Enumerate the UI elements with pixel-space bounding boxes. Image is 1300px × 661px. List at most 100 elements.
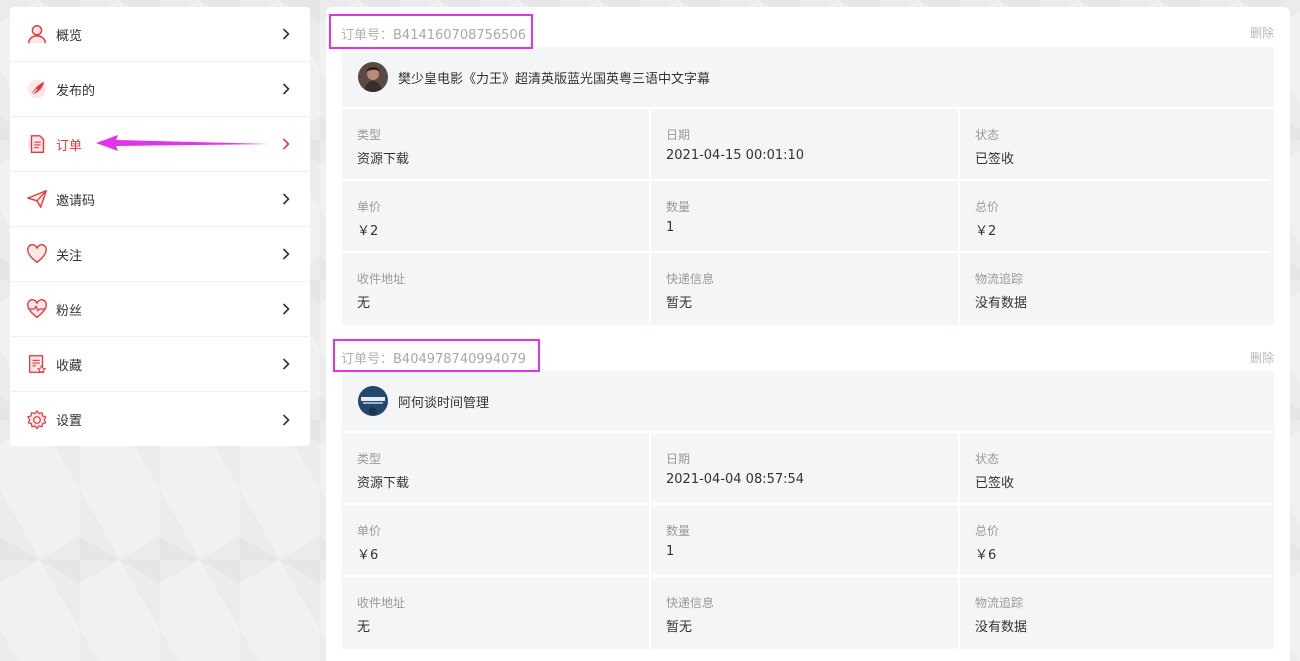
info-value: 无 (357, 620, 371, 635)
sidebar-item-label: 关注 (56, 248, 83, 264)
order-info-grid: 类型 资源下载 日期 2021-04-15 00:01:10 状态 已签收 单价 ￥2 … (342, 109, 1274, 325)
chevron-right-icon (282, 302, 292, 316)
sidebar-item-label: 设置 (56, 414, 83, 429)
info-key: 物流追踪 (975, 272, 1024, 286)
info-key: 状态 (975, 128, 1000, 142)
info-key: 状态 (975, 452, 1000, 466)
sidebar-item-fans[interactable]: 粉丝 (10, 282, 310, 337)
order-card: 订单号：B414160708756506 删除 樊少皇电影《力王》超清英版蓝光国… (326, 7, 1290, 325)
product-title: 阿何谈时间管理 (398, 395, 490, 411)
sidebar-item-label: 粉丝 (56, 303, 83, 319)
info-value: ￥2 (975, 224, 997, 239)
info-key: 数量 (666, 200, 691, 214)
info-value: ￥2 (357, 224, 379, 239)
info-value: 资源下载 (357, 476, 410, 491)
sidebar-item-label: 收藏 (56, 358, 83, 374)
heart-icon (24, 241, 50, 267)
info-key: 日期 (666, 452, 691, 466)
sidebar-item-favorites[interactable]: 收藏 (10, 337, 310, 392)
info-value: 没有数据 (975, 620, 1028, 635)
info-key: 总价 (975, 200, 1000, 214)
info-cell-status: 状态 已签收 (960, 109, 1270, 181)
sidebar: 概览 发布的 订单 邀请码 关注 粉丝 收藏 设置 (10, 7, 310, 446)
order-header: 订单号：B414160708756506 删除 (326, 7, 1290, 49)
info-cell-tracking: 物流追踪 没有数据 (960, 577, 1270, 649)
info-key: 单价 (357, 524, 382, 538)
info-key: 日期 (666, 128, 691, 142)
info-value: 资源下载 (357, 152, 410, 167)
info-cell-address: 收件地址无 (342, 577, 651, 649)
order-number: 订单号：B404978740994079 (341, 348, 526, 367)
order-card: 订单号：B404978740994079 删除 阿何谈时间管理 类型资源下载 日… (326, 326, 1290, 649)
info-value: 1 (666, 544, 675, 559)
info-cell-date: 日期 2021-04-04 08:57:54 (651, 433, 960, 505)
favorite-list-icon (24, 351, 50, 377)
product-thumbnail (358, 386, 388, 416)
info-key: 物流追踪 (975, 596, 1024, 610)
sidebar-item-label: 邀请码 (56, 193, 96, 209)
info-cell-unit-price: 单价 ￥2 (342, 181, 651, 253)
delete-order-button[interactable]: 删除 (1250, 349, 1274, 366)
order-number-value: B414160708756506 (393, 28, 526, 43)
product-thumbnail (358, 62, 388, 92)
feather-icon (24, 76, 50, 102)
info-cell-type: 类型 资源下载 (342, 433, 651, 505)
chevron-right-icon (282, 247, 292, 261)
info-value: 已签收 (975, 152, 1015, 167)
info-cell-quantity: 数量 1 (651, 181, 960, 253)
chevron-right-icon (282, 357, 292, 371)
orders-panel: 订单号：B414160708756506 删除 樊少皇电影《力王》超清英版蓝光国… (326, 7, 1290, 661)
info-key: 类型 (357, 452, 382, 466)
info-cell-total: 总价 ￥2 (960, 181, 1270, 253)
chevron-right-icon (282, 192, 292, 206)
sidebar-item-label: 发布的 (56, 83, 96, 99)
document-icon (24, 131, 50, 157)
order-details: 阿何谈时间管理 类型资源下载 日期 2021-04-04 08:57:54 状态已… (342, 371, 1274, 649)
sidebar-item-settings[interactable]: 设置 (10, 392, 310, 447)
user-icon (24, 21, 50, 47)
info-cell-shipping: 快递信息 暂无 (651, 253, 960, 325)
info-value: 2021-04-15 00:01:10 (666, 148, 805, 163)
info-cell-shipping: 快递信息 暂无 (651, 577, 960, 649)
order-number-label: 订单号： (341, 28, 394, 43)
gear-icon (24, 407, 50, 433)
info-key: 单价 (357, 200, 382, 214)
info-key: 类型 (357, 128, 382, 142)
info-value: 1 (666, 220, 675, 235)
delete-order-button[interactable]: 删除 (1250, 24, 1274, 41)
order-info-grid: 类型 资源下载 日期 2021-04-04 08:57:54 状态 已签收 单价 ￥6 … (342, 433, 1274, 649)
info-key: 总价 (975, 524, 1000, 538)
sidebar-item-invite-code[interactable]: 邀请码 (10, 172, 310, 227)
info-value: 暂无 (666, 296, 693, 311)
sidebar-item-following[interactable]: 关注 (10, 227, 310, 282)
paper-plane-icon (24, 186, 50, 212)
chevron-right-icon (282, 82, 292, 96)
info-value: 无 (357, 296, 371, 311)
order-header: 订单号：B404978740994079 删除 (326, 326, 1290, 372)
info-value: 已签收 (975, 476, 1015, 491)
info-cell-total: 总价 ￥6 (960, 505, 1270, 577)
chevron-right-icon (282, 413, 292, 427)
info-value: 没有数据 (975, 296, 1028, 311)
chevron-right-icon (282, 137, 292, 151)
info-value: 暂无 (666, 620, 693, 635)
product-row[interactable]: 阿何谈时间管理 (342, 371, 1274, 433)
chevron-right-icon (282, 27, 292, 41)
heart-pulse-icon (24, 296, 50, 322)
info-key: 快递信息 (666, 596, 715, 610)
info-key: 收件地址 (357, 596, 406, 610)
product-row[interactable]: 樊少皇电影《力王》超清英版蓝光国英粤三语中文字幕 (342, 47, 1274, 109)
sidebar-item-overview[interactable]: 概览 (10, 7, 310, 62)
annotation-arrow (96, 135, 270, 151)
info-cell-tracking: 物流追踪 没有数据 (960, 253, 1270, 325)
info-cell-address: 收件地址无 (342, 253, 651, 325)
info-cell-type: 类型 资源下载 (342, 109, 651, 181)
info-cell-unit-price: 单价 ￥6 (342, 505, 651, 577)
info-cell-date: 日期 2021-04-15 00:01:10 (651, 109, 960, 181)
info-key: 数量 (666, 524, 691, 538)
info-value: ￥6 (975, 548, 997, 563)
sidebar-item-label: 概览 (56, 28, 83, 44)
order-number-value: B404978740994079 (393, 352, 526, 367)
sidebar-item-published[interactable]: 发布的 (10, 62, 310, 117)
info-value: ￥6 (357, 548, 379, 563)
